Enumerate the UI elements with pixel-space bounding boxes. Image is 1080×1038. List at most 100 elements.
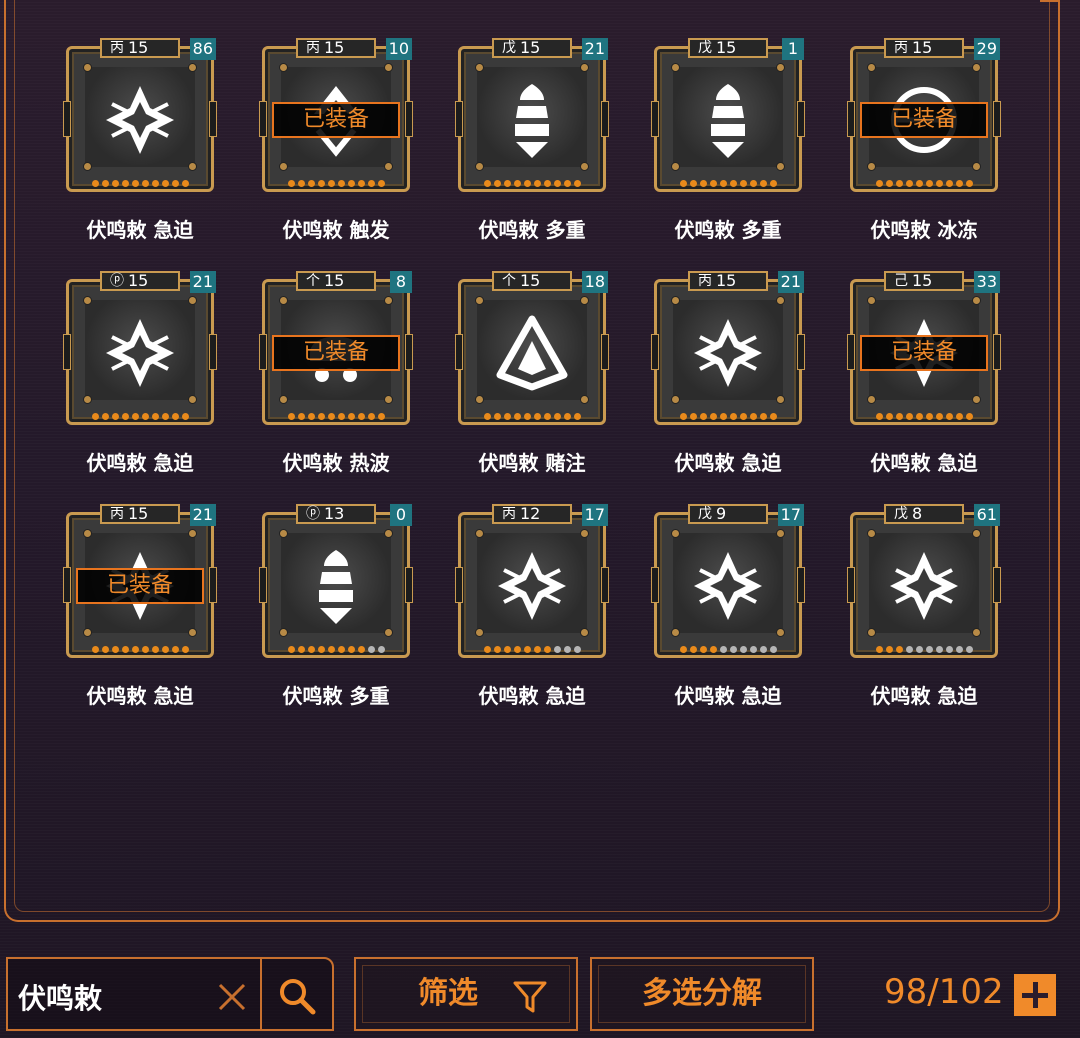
screw-decoration [279, 529, 288, 538]
frame-side-right [797, 567, 805, 603]
screw-decoration [475, 628, 484, 637]
screw-decoration [580, 529, 589, 538]
rank-dot [935, 646, 943, 653]
screw-decoration [384, 395, 393, 404]
item-name: 伏鸣敕 急迫 [86, 451, 194, 475]
rank-dot [493, 413, 501, 420]
rank-dot [347, 180, 355, 187]
inventory-item[interactable]: 丙 15 86 伏鸣敕 急迫 [60, 36, 220, 242]
rank-dots [60, 646, 220, 653]
screw-decoration [475, 296, 484, 305]
inventory-item[interactable]: 个 15 8 已装备 伏鸣敕 热波 [256, 269, 416, 475]
equipped-badge: 已装备 [272, 102, 400, 138]
inventory-item[interactable]: 丙 15 29 已装备 伏鸣敕 冰冻 [844, 36, 1004, 242]
frame-side-left [259, 334, 267, 370]
inventory-item[interactable]: 戊 8 61 伏鸣敕 急迫 [844, 502, 1004, 708]
item-name: 伏鸣敕 急迫 [674, 684, 782, 708]
screw-decoration [188, 628, 197, 637]
item-type-glyph: 丙 [110, 506, 124, 522]
rank-dot [895, 413, 903, 420]
rank-dot [91, 646, 99, 653]
screw-decoration [384, 529, 393, 538]
star-emblem-icon [498, 552, 566, 620]
search-box[interactable]: 伏鸣敕 [6, 957, 334, 1031]
inventory-item[interactable]: 丙 15 21 伏鸣敕 急迫 [648, 269, 808, 475]
close-icon[interactable] [214, 979, 250, 1015]
search-input[interactable]: 伏鸣敕 [18, 977, 102, 1017]
screw-decoration [188, 63, 197, 72]
item-level: 15 [912, 38, 933, 57]
inventory-item[interactable]: ⓟ 15 21 伏鸣敕 急迫 [60, 269, 220, 475]
wager-emblem-icon [496, 315, 568, 391]
rank-dot [915, 413, 923, 420]
screw-decoration [671, 63, 680, 72]
rank-dot [759, 646, 767, 653]
inventory-item[interactable]: 戊 15 1 伏鸣敕 多重 [648, 36, 808, 242]
rank-dots [452, 413, 612, 420]
rank-dot [699, 646, 707, 653]
inventory-item[interactable]: 个 15 18 伏鸣敕 赌注 [452, 269, 612, 475]
multi-decompose-button[interactable]: 多选分解 [590, 957, 814, 1031]
filter-button[interactable]: 筛选 [354, 957, 578, 1031]
filter-button-label: 筛选 [418, 976, 478, 1011]
rank-dot [131, 413, 139, 420]
inventory-item[interactable]: 戊 9 17 伏鸣敕 急迫 [648, 502, 808, 708]
rank-dot [533, 413, 541, 420]
rank-dot [689, 413, 697, 420]
item-name: 伏鸣敕 冰冻 [870, 218, 978, 242]
screw-decoration [580, 162, 589, 171]
rank-dot [121, 646, 129, 653]
rank-dot [875, 180, 883, 187]
rank-dot [161, 180, 169, 187]
rank-dot [749, 413, 757, 420]
rank-dot [553, 180, 561, 187]
inventory-item[interactable]: 丙 15 21 已装备 伏鸣敕 急迫 [60, 502, 220, 708]
rank-dot [161, 413, 169, 420]
rank-dot [347, 646, 355, 653]
frame-side-right [209, 101, 217, 137]
frame-side-left [259, 101, 267, 137]
rank-dots [256, 180, 416, 187]
screw-decoration [83, 395, 92, 404]
frame-side-right [797, 101, 805, 137]
rank-dot [875, 413, 883, 420]
search-icon[interactable] [276, 975, 318, 1017]
rank-dot [905, 180, 913, 187]
frame-side-left [847, 334, 855, 370]
screw-decoration [580, 63, 589, 72]
add-capacity-button[interactable] [1014, 974, 1056, 1016]
rank-dot [885, 180, 893, 187]
rank-dot [287, 180, 295, 187]
rank-dot [915, 180, 923, 187]
rank-dot [749, 646, 757, 653]
item-count-badge: 18 [581, 271, 608, 293]
inventory-count: 98/102 [884, 972, 1004, 1012]
rank-dot [523, 413, 531, 420]
screw-decoration [776, 395, 785, 404]
inventory-item[interactable]: ⓟ 13 0 伏鸣敕 多重 [256, 502, 416, 708]
inventory-item[interactable]: 戊 15 21 伏鸣敕 多重 [452, 36, 612, 242]
bullet-emblem-icon [711, 84, 745, 158]
rank-dot [945, 413, 953, 420]
screw-decoration [776, 296, 785, 305]
screw-decoration [475, 63, 484, 72]
rank-dot [317, 646, 325, 653]
bullet-emblem-icon [319, 550, 353, 624]
rank-dot [297, 646, 305, 653]
frame-side-right [797, 334, 805, 370]
item-count-badge: 1 [782, 38, 804, 60]
inventory-item[interactable]: 丙 15 10 已装备 伏鸣敕 触发 [256, 36, 416, 242]
inventory-item[interactable]: 丙 12 17 伏鸣敕 急迫 [452, 502, 612, 708]
rank-dot [543, 646, 551, 653]
screw-decoration [384, 63, 393, 72]
frame-side-left [455, 101, 463, 137]
inventory-item[interactable]: 己 15 33 已装备 伏鸣敕 急迫 [844, 269, 1004, 475]
rank-dot [935, 413, 943, 420]
screw-decoration [279, 162, 288, 171]
rank-dot [337, 180, 345, 187]
rank-dots [452, 180, 612, 187]
rank-dot [513, 646, 521, 653]
screw-decoration [580, 296, 589, 305]
screw-decoration [384, 296, 393, 305]
frame-side-right [601, 567, 609, 603]
